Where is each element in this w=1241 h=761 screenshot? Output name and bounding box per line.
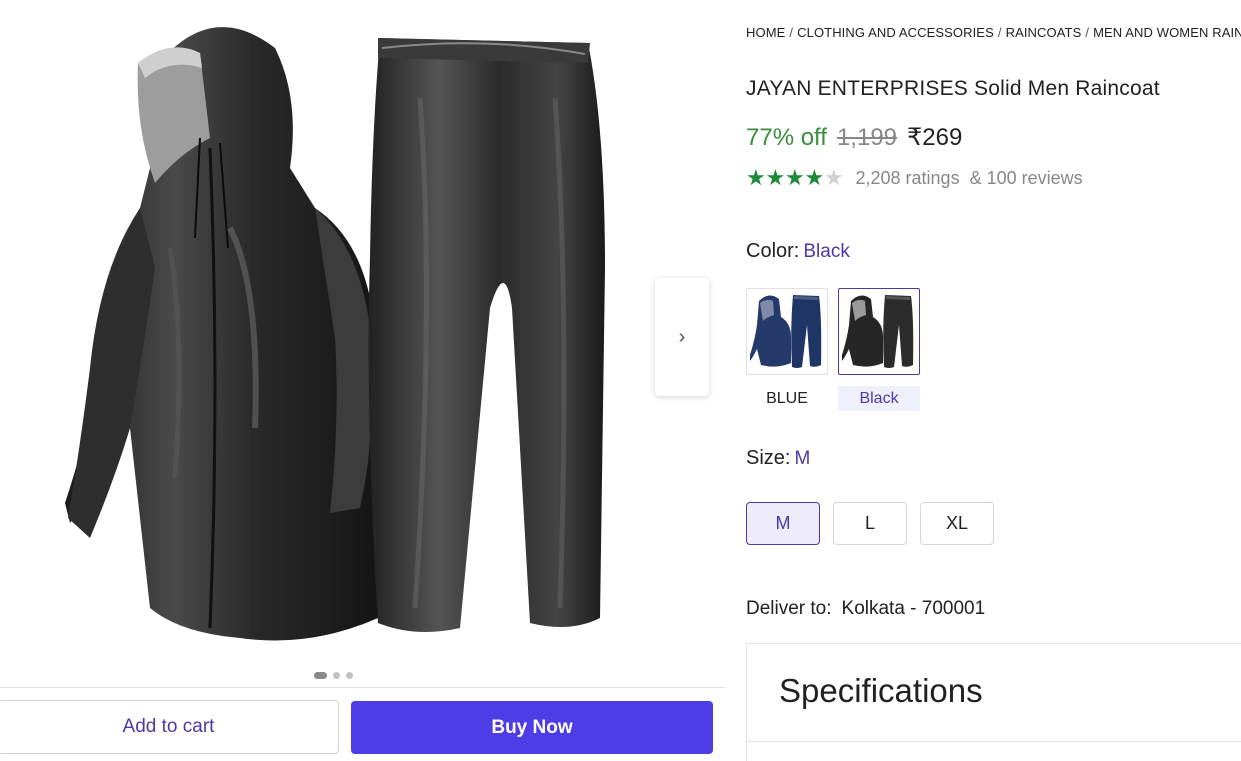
star-filled-icon: ★	[765, 165, 786, 190]
size-option-xl[interactable]: XL	[920, 502, 994, 545]
product-title: JAYAN ENTERPRISES Solid Men Raincoat	[746, 77, 1160, 100]
star-empty-icon: ★	[824, 165, 844, 190]
size-label-text: Size:	[746, 447, 791, 469]
discount-percent: 77% off	[746, 124, 827, 151]
original-price: 1,199	[836, 124, 898, 151]
breadcrumb-clothing[interactable]: CLOTHING AND ACCESSORIES	[797, 25, 994, 40]
selling-price: ₹269	[907, 124, 963, 151]
price-row: 77% off 1,199 ₹269	[746, 123, 962, 152]
color-label-text: Color:	[746, 240, 800, 262]
ratings-count: 2,208 ratings	[855, 167, 960, 188]
size-label: Size: M	[746, 447, 810, 470]
color-option-label-selected[interactable]: Black	[838, 386, 920, 411]
reviews-count: & 100 reviews	[969, 167, 1083, 188]
specifications-title: Specifications	[779, 672, 983, 709]
product-details: HOME / CLOTHING AND ACCESSORIES / RAINCOATS /…	[746, 0, 1241, 761]
divider	[747, 741, 1241, 742]
color-swatch-blue[interactable]	[746, 288, 828, 375]
buy-now-button[interactable]: Buy Now	[351, 701, 713, 754]
product-image[interactable]	[60, 8, 620, 658]
delivery-location[interactable]: Deliver to: Kolkata - 700001	[746, 598, 985, 620]
color-swatch-black[interactable]	[838, 288, 920, 375]
pagination-dot[interactable]	[346, 672, 353, 679]
color-label: Color: Black	[746, 240, 850, 263]
color-option-label[interactable]: BLUE	[746, 386, 828, 411]
selected-color: Black	[803, 241, 850, 262]
action-bar: Add to cart Buy Now	[0, 687, 725, 761]
chevron-right-icon: ›	[678, 325, 686, 348]
rating-stars: ★ ★ ★ ★ ★	[746, 167, 844, 189]
star-filled-icon: ★	[785, 165, 805, 190]
specifications-section: Specifications	[746, 643, 1241, 761]
size-option-l[interactable]: L	[833, 502, 907, 545]
add-to-cart-button[interactable]: Add to cart	[0, 700, 339, 754]
black-raincoat-thumbnail	[842, 295, 914, 368]
product-gallery: › Add to cart Buy Now	[0, 0, 728, 761]
pagination-dot-active[interactable]	[314, 672, 327, 679]
breadcrumb: HOME / CLOTHING AND ACCESSORIES / RAINCOATS /…	[746, 25, 1241, 40]
rating-row[interactable]: ★ ★ ★ ★ ★ 2,208 ratings & 100 reviews	[746, 167, 1083, 189]
image-pagination-dots	[314, 672, 353, 679]
pagination-dot[interactable]	[333, 672, 340, 679]
deliver-to-label: Deliver to:	[746, 598, 832, 619]
breadcrumb-home[interactable]: HOME	[746, 25, 785, 40]
blue-raincoat-thumbnail	[750, 295, 822, 368]
delivery-pincode: Kolkata - 700001	[841, 598, 986, 619]
selected-size: M	[794, 448, 811, 469]
breadcrumb-men-women-raincoats[interactable]: MEN AND WOMEN RAINCOATS	[1093, 25, 1241, 40]
next-image-button[interactable]: ›	[655, 278, 709, 396]
star-filled-icon: ★	[746, 165, 766, 190]
breadcrumb-raincoats[interactable]: RAINCOATS	[1006, 25, 1082, 40]
size-option-m[interactable]: M	[746, 502, 820, 545]
star-filled-icon: ★	[804, 165, 825, 190]
